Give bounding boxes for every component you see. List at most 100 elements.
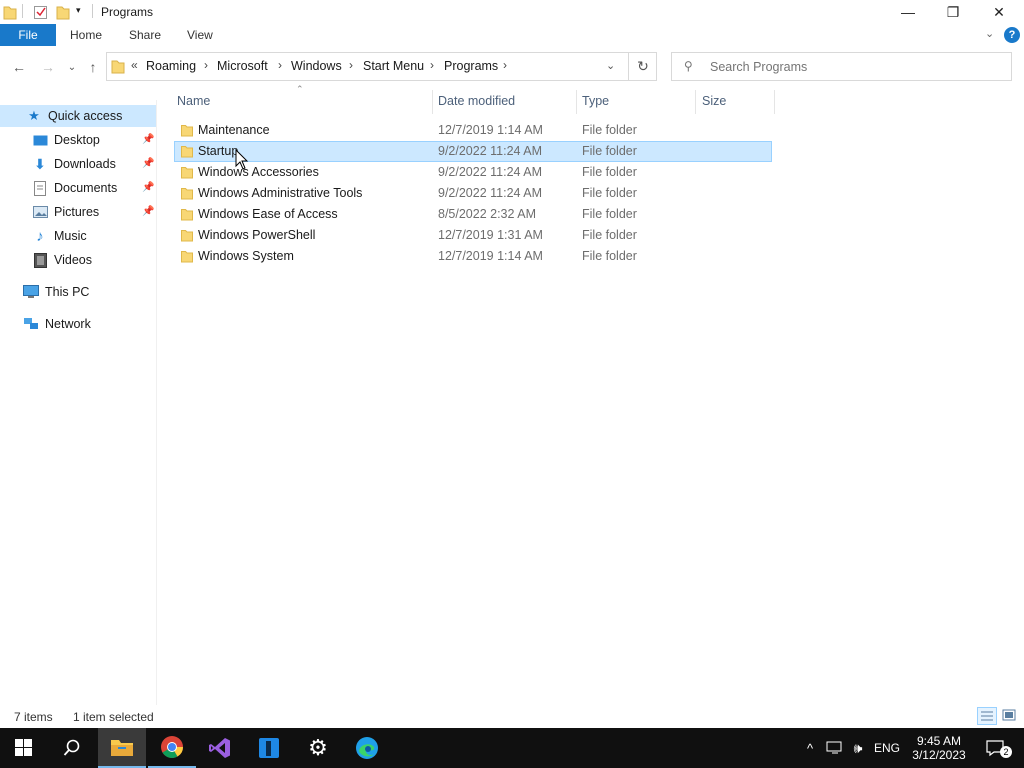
volume-tray-button[interactable]: 🕪 [848,728,868,768]
file-row[interactable]: Maintenance 12/7/2019 1:14 AM File folde… [174,120,772,141]
tab-file[interactable]: File [0,24,56,46]
nav-label: Pictures [54,205,100,219]
breadcrumb-separator[interactable]: › [204,58,208,72]
expand-ribbon-icon[interactable]: ⌄ [985,27,994,40]
address-history-icon[interactable]: ⌄ [606,59,615,72]
column-header-name[interactable]: Name [177,94,210,108]
folder-icon [181,146,193,158]
breadcrumb-separator[interactable]: › [278,58,282,72]
windows-start-icon [15,739,32,756]
breadcrumb-separator[interactable]: › [503,58,507,72]
folder-icon [181,230,193,242]
column-separator[interactable] [774,90,775,114]
tab-view[interactable]: View [187,28,213,42]
up-arrow-icon: ↑ [89,59,97,75]
chrome-icon [161,736,183,758]
visual-studio-taskbar-button[interactable] [196,728,244,768]
folder-icon [181,167,193,179]
chevron-up-icon: ^ [806,740,814,756]
nav-item-pictures[interactable]: Pictures [32,201,99,223]
tab-home[interactable]: Home [70,28,102,42]
file-date: 12/7/2019 1:14 AM [438,249,543,263]
customize-toolbar-icon[interactable]: ▾ [76,5,81,16]
up-button[interactable]: ↑ [83,58,103,76]
close-button[interactable]: ✕ [976,0,1022,24]
nav-network[interactable]: Network [23,313,91,335]
file-row[interactable]: Windows Ease of Access 8/5/2022 2:32 AM … [174,204,772,225]
properties-icon[interactable] [33,4,48,20]
language-indicator[interactable]: ENG [872,728,902,768]
nav-item-videos[interactable]: Videos [32,249,92,271]
search-box[interactable]: ⚲ [671,52,1012,81]
nav-label: Documents [54,181,118,195]
nav-item-downloads[interactable]: ⬇ Downloads [32,153,116,175]
file-name: Windows Administrative Tools [198,186,363,200]
tab-share[interactable]: Share [129,28,161,42]
breadcrumb-separator[interactable]: › [349,58,353,72]
column-header-size[interactable]: Size [702,94,726,108]
column-separator[interactable] [695,90,696,114]
recent-locations-button[interactable]: ⌄ [62,58,82,76]
refresh-icon: ↻ [637,58,649,74]
breadcrumb-separator[interactable]: › [430,58,434,72]
search-icon [63,739,80,756]
network-tray-icon [826,741,842,754]
refresh-button[interactable]: ↻ [628,52,657,81]
action-center-button[interactable]: 2 [978,728,1014,768]
file-type: File folder [582,144,637,158]
new-folder-icon[interactable] [56,4,70,20]
nav-item-documents[interactable]: Documents [32,177,117,199]
help-icon[interactable]: ? [1004,27,1020,43]
pane-divider[interactable] [156,100,157,705]
start-button[interactable] [0,728,48,768]
star-icon: ★ [28,108,40,123]
file-date: 9/2/2022 11:24 AM [438,165,543,179]
back-button[interactable]: ← [9,58,29,76]
breadcrumb-microsoft[interactable]: Microsoft [217,59,268,73]
search-taskbar-button[interactable] [48,728,96,768]
column-separator[interactable] [576,90,577,114]
breadcrumb-windows[interactable]: Windows [291,59,342,73]
file-date: 12/7/2019 1:31 AM [438,228,543,242]
restore-button[interactable]: ❐ [930,0,976,24]
folder-icon [181,188,193,200]
large-icons-view-button[interactable] [1000,707,1020,725]
videos-icon [32,252,48,268]
large-icons-view-icon [1002,709,1016,721]
show-hidden-icons-button[interactable]: ^ [801,728,819,768]
overflow-chevron[interactable]: « [131,58,138,72]
network-tray-button[interactable] [825,728,845,768]
breadcrumb-programs[interactable]: Programs [444,59,498,73]
file-explorer-taskbar-button[interactable] [98,728,146,768]
column-header-type[interactable]: Type [582,94,609,108]
file-row[interactable]: Windows System 12/7/2019 1:14 AM File fo… [174,246,772,267]
column-separator[interactable] [432,90,433,114]
nav-item-music[interactable]: ♪ Music [32,225,86,247]
settings-taskbar-button[interactable]: ⚙ [294,728,342,768]
details-view-button[interactable] [977,707,997,725]
minimize-button[interactable]: — [885,0,931,24]
file-row[interactable]: Windows PowerShell 12/7/2019 1:31 AM Fil… [174,225,772,246]
chrome-taskbar-button[interactable] [148,728,196,768]
speaker-icon: 🕪 [853,739,863,756]
forward-button[interactable]: → [38,58,58,76]
file-name: Windows System [198,249,294,263]
nav-item-desktop[interactable]: Desktop [32,129,100,151]
chevron-down-icon: ⌄ [67,61,77,73]
nav-quick-access[interactable]: ★ Quick access [0,105,156,127]
column-header-date[interactable]: Date modified [438,94,515,108]
window-title: Programs [101,5,154,19]
breadcrumb-roaming[interactable]: Roaming [146,59,196,73]
desktop-icon [32,132,48,148]
file-date: 12/7/2019 1:14 AM [438,123,543,137]
app-taskbar-button[interactable] [245,728,293,768]
search-input[interactable] [708,57,1002,77]
clock[interactable]: 9:45 AM 3/12/2023 [908,728,970,768]
file-row[interactable]: Windows Accessories 9/2/2022 11:24 AM Fi… [174,162,772,183]
file-row[interactable]: Windows Administrative Tools 9/2/2022 11… [174,183,772,204]
clock-time: 9:45 AM [916,734,962,748]
edge-taskbar-button[interactable] [343,728,391,768]
file-row-selected[interactable]: Startup 9/2/2022 11:24 AM File folder [174,141,772,162]
nav-this-pc[interactable]: This PC [23,281,89,303]
breadcrumb-start-menu[interactable]: Start Menu [363,59,424,73]
